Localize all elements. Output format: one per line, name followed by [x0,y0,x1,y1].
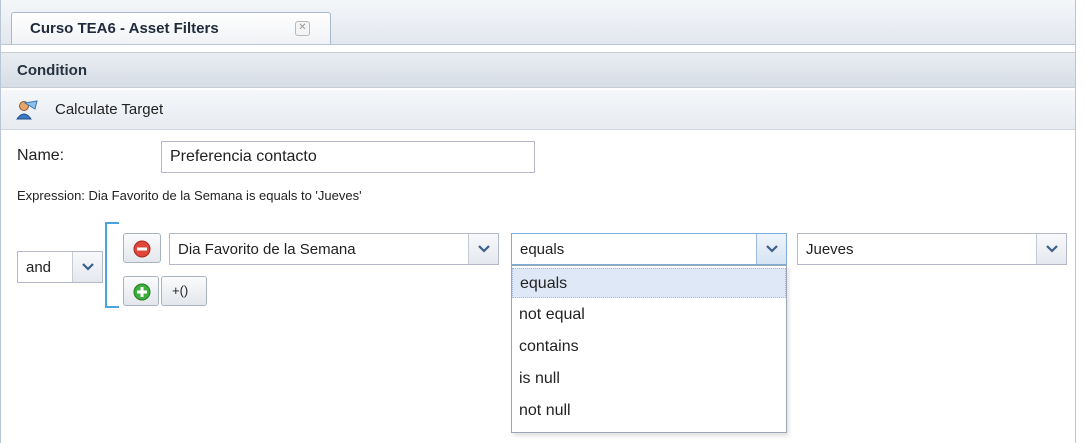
minus-circle-icon [133,240,151,258]
operator-dropdown-list: equals not equal contains is null not nu… [511,265,787,433]
name-label: Name: [17,147,65,164]
chevron-down-icon[interactable] [72,252,102,282]
panel-title: Condition [17,62,87,79]
dropdown-option-equals[interactable]: equals [512,268,786,298]
chevron-down-icon[interactable] [756,234,786,264]
toolbar: Calculate Target [1,90,1075,130]
field-value: Dia Favorito de la Semana [178,241,356,258]
dropdown-option-is-null[interactable]: is null [512,364,786,394]
operator-value: equals [520,241,565,258]
tab-strip: Curso TEA6 - Asset Filters ✕ [1,0,1075,45]
logic-operator-select[interactable]: and [17,251,103,283]
users-calculate-icon [16,100,38,120]
value-select[interactable]: Jueves [797,233,1067,265]
add-group-button[interactable]: +() [161,276,207,306]
expression-text: Expression: Dia Favorito de la Semana is… [17,188,362,203]
calculate-target-label: Calculate Target [55,101,164,118]
dropdown-option-not-equal[interactable]: not equal [512,300,786,330]
plus-circle-icon [133,283,151,301]
condition-group-bracket [105,222,119,308]
name-input[interactable] [161,141,535,173]
chevron-down-icon[interactable] [468,234,498,264]
tab-title: Curso TEA6 - Asset Filters [30,20,219,37]
dropdown-option-not-null[interactable]: not null [512,396,786,426]
close-icon[interactable]: ✕ [295,21,310,36]
add-condition-button[interactable] [123,276,159,306]
asset-filters-window: Curso TEA6 - Asset Filters ✕ Condition C… [0,0,1076,443]
add-group-label: +() [172,283,189,298]
field-select[interactable]: Dia Favorito de la Semana [169,233,499,265]
value-value: Jueves [806,241,854,258]
chevron-down-icon[interactable] [1036,234,1066,264]
dropdown-option-contains[interactable]: contains [512,332,786,362]
panel-header: Condition [1,52,1075,88]
operator-select[interactable]: equals [511,233,787,265]
logic-operator-value: and [26,259,52,276]
remove-condition-button[interactable] [123,233,161,263]
tab-asset-filters[interactable]: Curso TEA6 - Asset Filters ✕ [11,12,331,44]
